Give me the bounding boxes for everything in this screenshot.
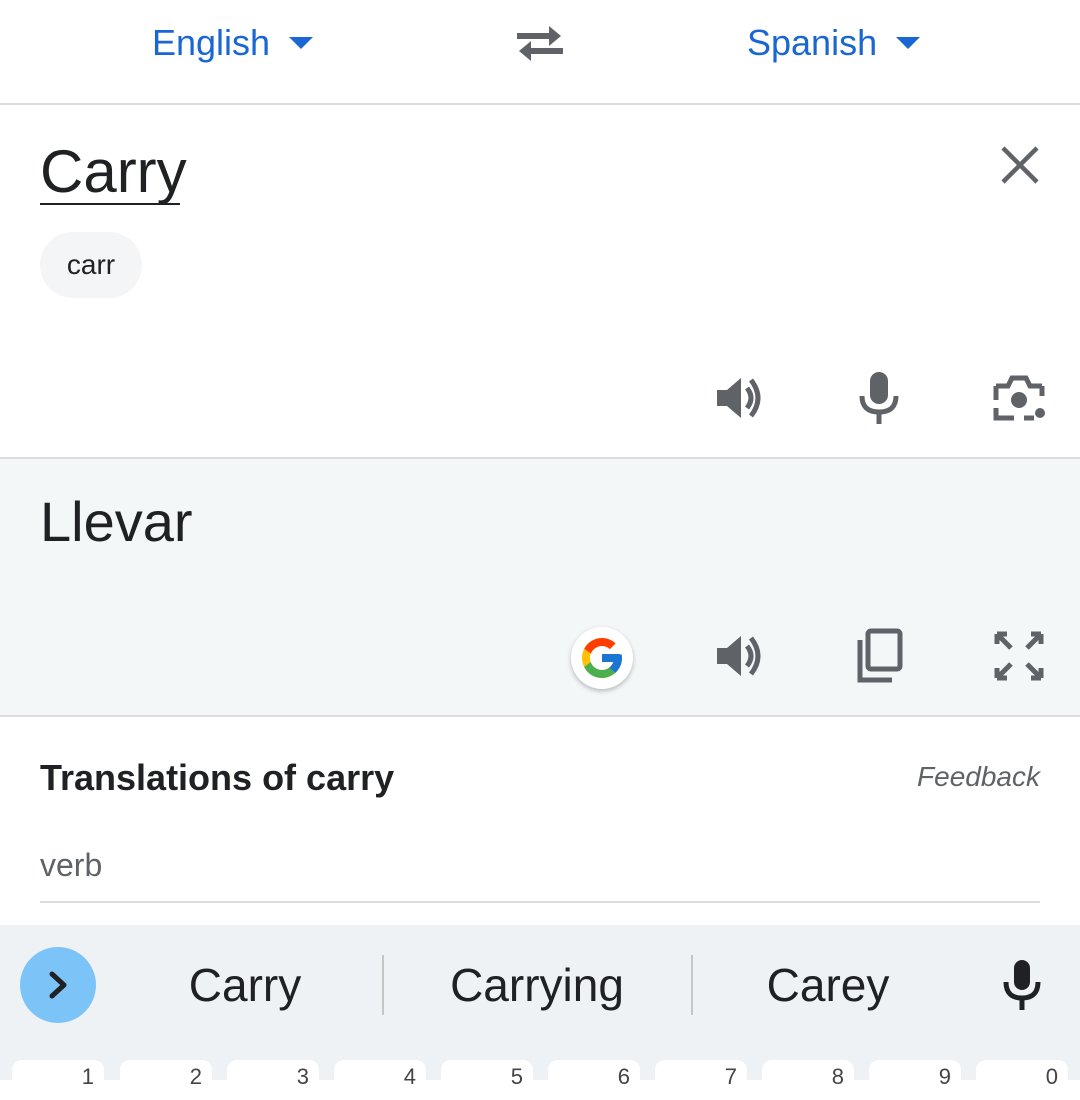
source-input[interactable]: Carry bbox=[40, 135, 187, 209]
key-3[interactable]: 3 bbox=[227, 1060, 319, 1100]
voice-input-button[interactable] bbox=[849, 368, 909, 428]
speaker-icon bbox=[717, 636, 761, 676]
key-5[interactable]: 5 bbox=[441, 1060, 533, 1100]
language-bar: English Spanish bbox=[0, 0, 1080, 105]
keyboard-expand-button[interactable] bbox=[20, 947, 96, 1023]
swap-languages-button[interactable] bbox=[508, 18, 572, 68]
suggestion-chip-label: carr bbox=[66, 249, 116, 280]
chevron-right-icon bbox=[49, 971, 67, 999]
dictionary-title: Translations of carry bbox=[40, 757, 395, 798]
keyboard-suggestion-strip: Carry Carrying Carey 1 2 3 4 5 6 7 8 9 0 bbox=[0, 925, 1080, 1100]
target-language-label: Spanish bbox=[747, 22, 878, 63]
triangle-down-icon bbox=[896, 37, 921, 49]
clear-input-button[interactable] bbox=[995, 140, 1045, 190]
suggestion-divider bbox=[691, 955, 693, 1015]
camera-translate-button[interactable] bbox=[989, 368, 1049, 428]
source-language-selector[interactable]: English bbox=[152, 0, 314, 86]
triangle-down-icon bbox=[289, 37, 314, 49]
keyboard-suggestion[interactable]: Carry bbox=[120, 955, 370, 1015]
speaker-icon bbox=[717, 378, 761, 418]
microphone-icon bbox=[859, 372, 899, 424]
keyboard-voice-button[interactable] bbox=[992, 953, 1052, 1017]
copy-translation-button[interactable] bbox=[849, 626, 909, 686]
google-logo-icon bbox=[582, 638, 622, 678]
fullscreen-button[interactable] bbox=[989, 626, 1049, 686]
close-icon bbox=[1001, 146, 1039, 184]
translation-panel: Llevar bbox=[0, 459, 1080, 717]
key-6[interactable]: 6 bbox=[548, 1060, 640, 1100]
spellcheck-underline bbox=[40, 203, 180, 205]
target-language-selector[interactable]: Spanish bbox=[747, 0, 921, 86]
dictionary-section: Translations of carry Feedback verb bbox=[0, 717, 1080, 927]
suggestion-chip[interactable]: carr bbox=[40, 232, 142, 298]
copy-icon bbox=[857, 628, 903, 683]
camera-icon bbox=[993, 375, 1045, 421]
translation-output: Llevar bbox=[40, 490, 193, 553]
divider bbox=[40, 901, 1040, 903]
key-9[interactable]: 9 bbox=[869, 1060, 961, 1100]
listen-source-button[interactable] bbox=[709, 368, 769, 428]
suggestion-divider bbox=[382, 955, 384, 1015]
google-search-button[interactable] bbox=[571, 627, 633, 689]
keyboard-suggestion[interactable]: Carrying bbox=[394, 955, 680, 1015]
source-panel: Carry carr bbox=[0, 105, 1080, 459]
keyboard-suggestion[interactable]: Carey bbox=[703, 955, 953, 1015]
key-8[interactable]: 8 bbox=[762, 1060, 854, 1100]
key-7[interactable]: 7 bbox=[655, 1060, 747, 1100]
feedback-link[interactable]: Feedback bbox=[917, 761, 1040, 793]
key-0[interactable]: 0 bbox=[976, 1060, 1068, 1100]
source-language-label: English bbox=[152, 22, 271, 63]
microphone-icon bbox=[1003, 960, 1041, 1010]
key-1[interactable]: 1 bbox=[12, 1060, 104, 1100]
swap-arrows-icon bbox=[517, 26, 563, 61]
key-4[interactable]: 4 bbox=[334, 1060, 426, 1100]
part-of-speech: verb bbox=[40, 847, 103, 883]
fullscreen-icon bbox=[994, 631, 1044, 681]
key-2[interactable]: 2 bbox=[120, 1060, 212, 1100]
listen-translation-button[interactable] bbox=[709, 626, 769, 686]
